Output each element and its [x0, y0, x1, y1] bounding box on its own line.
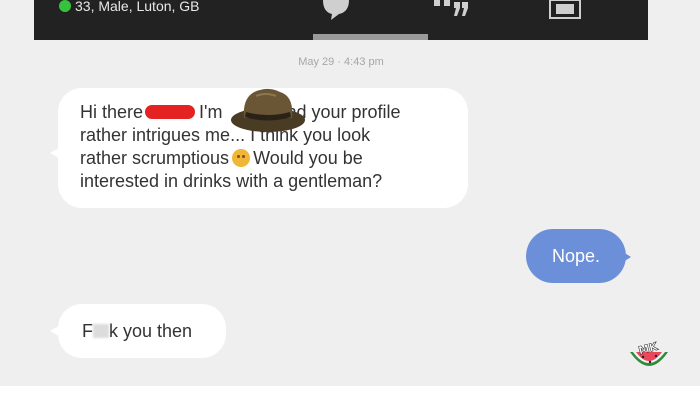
- chat-header: 33, Male, Luton, GB: [34, 0, 648, 40]
- quote-icon[interactable]: [432, 0, 468, 18]
- message-timestamp: May 29 · 4:43 pm: [298, 56, 384, 68]
- watermelon-logo-icon: MK: [630, 340, 668, 366]
- outgoing-message-bubble[interactable]: Nope.: [526, 229, 626, 283]
- gallery-icon[interactable]: [548, 0, 582, 20]
- chat-screen: 33, Male, Luton, GB May 29 · 4:43 pm Hi …: [0, 0, 700, 403]
- message-line: interested in drinks with a gentleman?: [80, 171, 383, 191]
- online-status-icon: [59, 0, 71, 12]
- chat-bubble-icon[interactable]: [321, 0, 351, 20]
- redaction-mark: [145, 105, 196, 119]
- outgoing-bubble-tail: [623, 252, 631, 262]
- active-tab-indicator: [313, 34, 428, 40]
- bottom-strip: [0, 386, 700, 403]
- user-info: 33, Male, Luton, GB: [75, 0, 200, 14]
- censor-blur: [93, 324, 109, 338]
- message-line: rather scrumptious Would you be: [80, 148, 363, 168]
- fedora-hat-icon: [231, 88, 305, 132]
- incoming-message-bubble[interactable]: Fk you then: [58, 304, 226, 358]
- drooling-face-emoji-icon: [232, 149, 251, 167]
- incoming-message-bubble[interactable]: Hi there I'm and your profile rather intri…: [58, 88, 468, 208]
